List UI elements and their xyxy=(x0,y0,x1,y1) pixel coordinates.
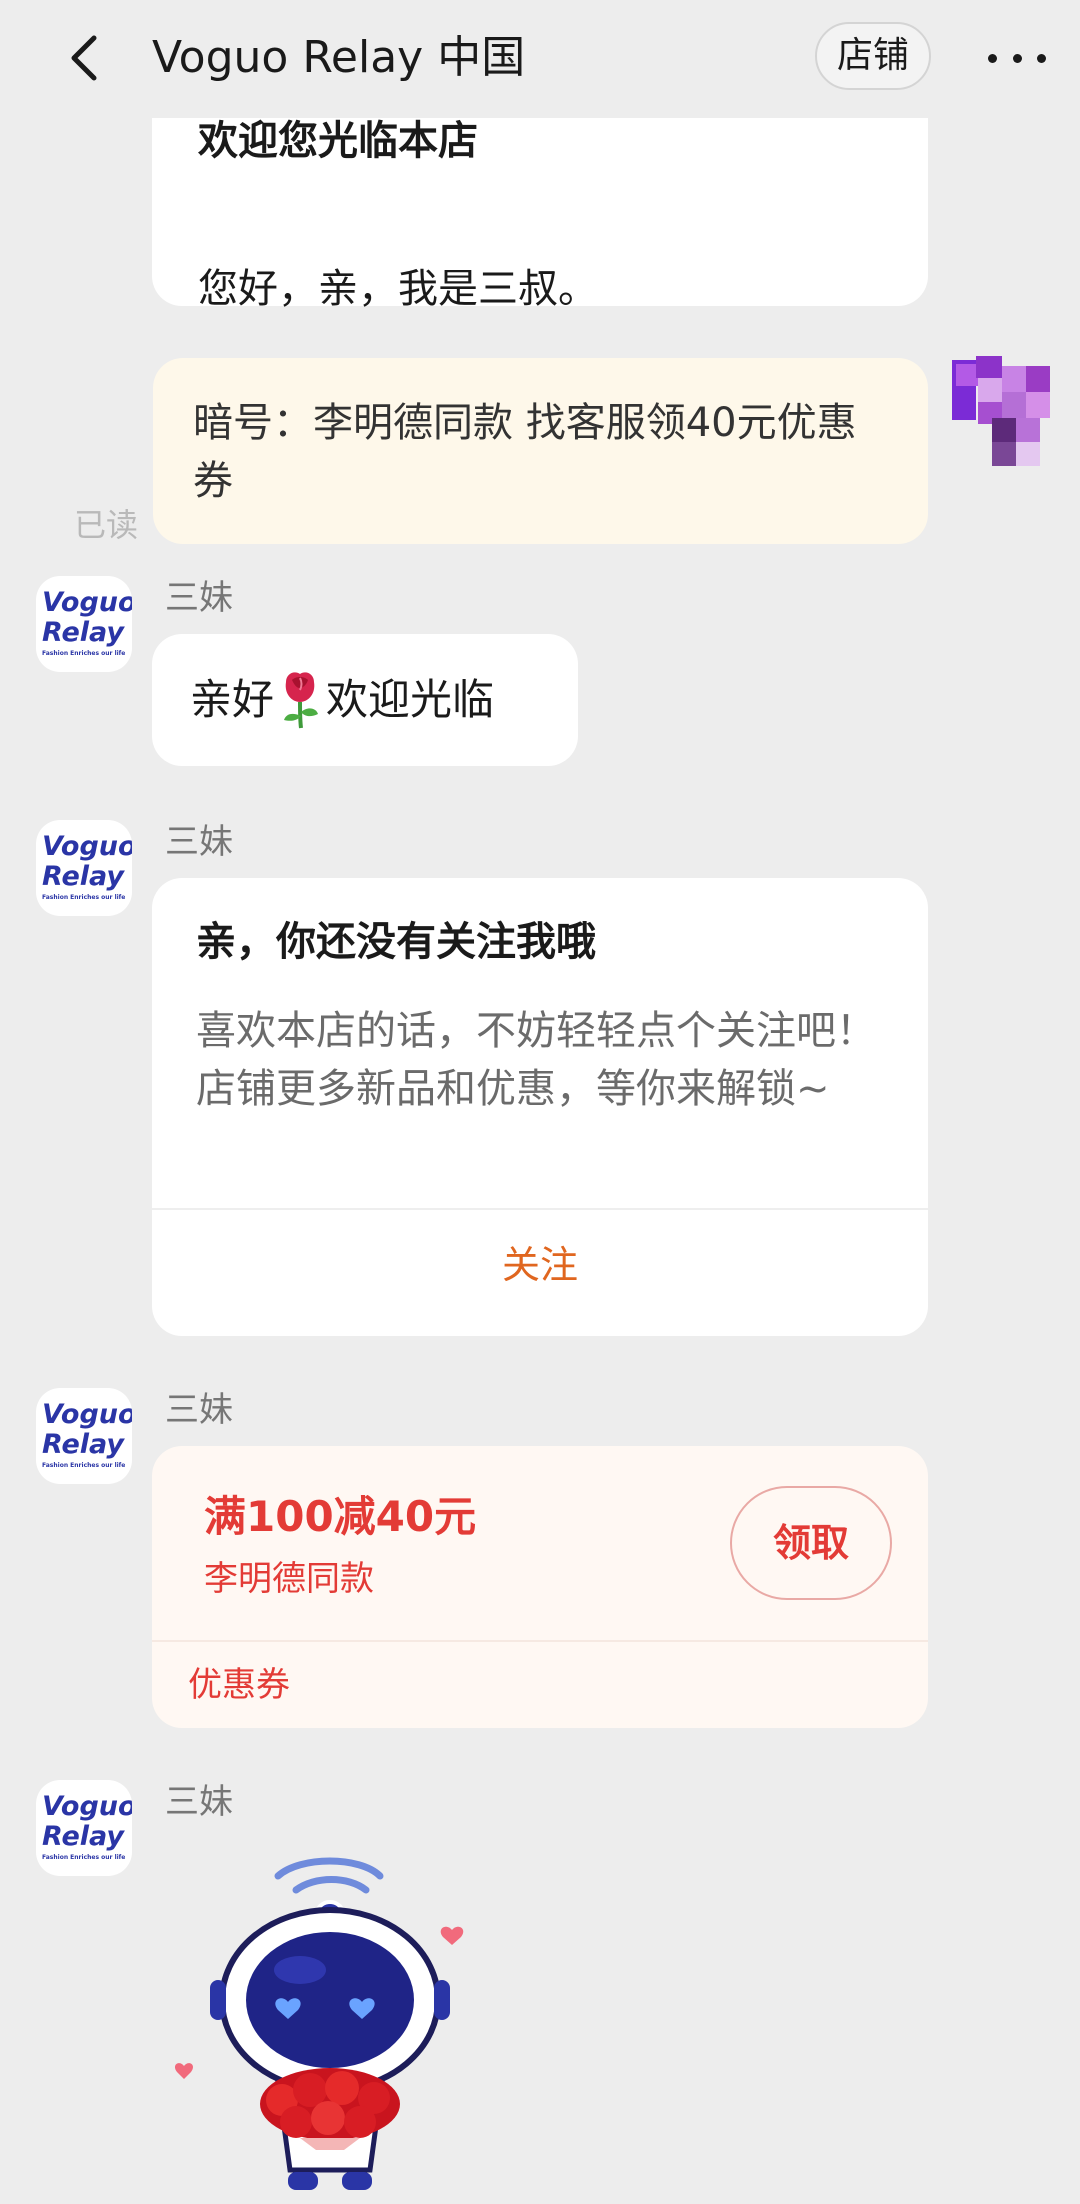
divider xyxy=(152,1640,928,1642)
coupon-card[interactable]: 满100减40元 李明德同款 领取 优惠券 xyxy=(152,1446,928,1728)
coupon-description: 李明德同款 xyxy=(204,1559,374,1599)
follow-prompt-card: 亲，你还没有关注我哦 喜欢本店的话，不妨轻轻点个关注吧！店铺更多新品和优惠，等你… xyxy=(152,878,928,1336)
sender-name: 三妹 xyxy=(165,1782,233,1822)
shop-avatar[interactable]: Voguo Relay Fashion Enriches our life xyxy=(36,820,132,916)
robot-sticker[interactable] xyxy=(170,1850,490,2196)
shop-logo-tagline: Fashion Enriches our life xyxy=(42,1462,126,1469)
message-bubble[interactable]: 亲好 欢迎光临 xyxy=(152,634,578,766)
more-dot-icon xyxy=(1012,53,1022,63)
follow-card-title: 亲，你还没有关注我哦 xyxy=(196,919,596,965)
shop-avatar[interactable]: Voguo Relay Fashion Enriches our life xyxy=(36,1388,132,1484)
shop-logo: Voguo Relay xyxy=(42,587,132,648)
more-dot-icon xyxy=(988,53,997,63)
coupon-amount: 满100减40元 xyxy=(204,1492,477,1541)
sender-name: 三妹 xyxy=(165,822,233,862)
shop-avatar[interactable]: Voguo Relay Fashion Enriches our life xyxy=(36,1780,132,1876)
shop-logo: Voguo Relay xyxy=(42,831,132,892)
welcome-title: 欢迎您光临本店 xyxy=(198,118,478,164)
my-message-bubble[interactable]: 暗号：李明德同款 找客服领40元优惠券 xyxy=(153,358,928,544)
back-arrow-icon xyxy=(71,35,97,81)
read-status: 已读 xyxy=(74,506,139,544)
sender-name: 三妹 xyxy=(165,1390,233,1430)
rose-emoji-icon xyxy=(284,672,319,729)
shop-button[interactable]: 店铺 xyxy=(815,22,931,90)
shop-avatar[interactable]: Voguo Relay Fashion Enriches our life xyxy=(36,576,132,672)
chat-title: Voguo Relay 中国 xyxy=(152,32,526,83)
more-options-button[interactable] xyxy=(982,26,1052,90)
back-button[interactable] xyxy=(52,26,116,90)
robot-with-roses-icon xyxy=(174,1857,464,2190)
more-dot-icon xyxy=(1037,53,1046,63)
chat-header: Voguo Relay 中国 店铺 xyxy=(0,0,1080,118)
coupon-type-label: 优惠券 xyxy=(188,1665,290,1705)
my-avatar[interactable] xyxy=(952,356,1052,472)
shop-logo-tagline: Fashion Enriches our life xyxy=(42,650,126,657)
shop-logo: Voguo Relay xyxy=(42,1399,132,1460)
my-message-text: 暗号：李明德同款 找客服领40元优惠券 xyxy=(193,400,857,504)
shop-logo: Voguo Relay xyxy=(42,1791,132,1852)
follow-card-body: 喜欢本店的话，不妨轻轻点个关注吧！店铺更多新品和优惠，等你来解锁~ xyxy=(196,1008,876,1112)
shop-logo-tagline: Fashion Enriches our life xyxy=(42,894,126,901)
claim-coupon-button[interactable]: 领取 xyxy=(730,1486,892,1600)
shop-logo-tagline: Fashion Enriches our life xyxy=(42,1854,126,1861)
follow-button[interactable]: 关注 xyxy=(152,1210,928,1336)
pixelated-avatar-icon xyxy=(952,356,1050,466)
message-text: 亲好 欢迎光临 xyxy=(190,670,494,730)
welcome-text: 您好，亲，我是三叔。 xyxy=(198,266,598,312)
sender-name: 三妹 xyxy=(165,578,233,618)
